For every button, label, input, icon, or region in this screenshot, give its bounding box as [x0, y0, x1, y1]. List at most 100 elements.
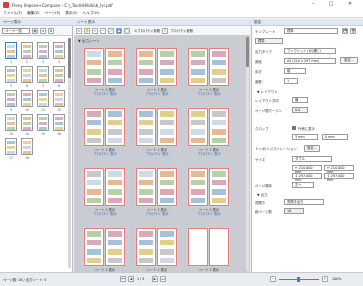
hand-icon[interactable]: ✋: [84, 27, 90, 34]
page-thumbnail[interactable]: [21, 114, 33, 131]
page-thumbnail[interactable]: [21, 90, 33, 107]
page-thumbnail[interactable]: [5, 66, 17, 83]
sheet-page[interactable]: [136, 48, 156, 86]
width-input[interactable]: ↔ 210.000 mm: [292, 165, 322, 174]
zoom-slider-handle[interactable]: [297, 277, 300, 282]
menu-help[interactable]: ヘルプ(H): [83, 11, 99, 16]
zoom-in-icon[interactable]: +: [92, 27, 98, 34]
sheet-properties-link[interactable]: プロパティ 表示: [143, 152, 171, 156]
page-thumbnail[interactable]: [53, 66, 65, 83]
zoom-out-icon[interactable]: −: [100, 27, 106, 34]
size-select[interactable]: ダブル: [292, 156, 332, 162]
sheet-page[interactable]: [209, 168, 229, 206]
zoom-in-status-icon[interactable]: +: [322, 276, 328, 282]
mid-tool-text-2[interactable]: プロパティ参照: [170, 28, 193, 33]
sheet-properties-link[interactable]: プロパティ 表示: [143, 212, 171, 216]
save-template-icon[interactable]: 💾: [342, 28, 348, 34]
sheet-properties-link[interactable]: プロパティ 表示: [91, 152, 119, 156]
layout-margin-input[interactable]: 0.0: [292, 107, 308, 113]
fit-icon[interactable]: ⤢: [108, 27, 114, 34]
page-icon[interactable]: ▢: [124, 27, 130, 34]
width-input-2[interactable]: ↔ 210.000 mm: [324, 165, 354, 174]
settings-icon[interactable]: ⚙: [48, 27, 54, 34]
layout-section[interactable]: ▼ レイアウト: [257, 89, 278, 94]
mid-scrollbar[interactable]: [246, 37, 249, 271]
layout-direction-select[interactable]: 横: [292, 97, 308, 103]
sheet-page[interactable]: [157, 168, 177, 206]
sheet-page[interactable]: [188, 48, 208, 86]
zoom-level[interactable]: 100%: [332, 277, 341, 281]
page-thumbnail[interactable]: [21, 138, 33, 155]
page-thumbnail[interactable]: [53, 90, 65, 107]
last-page-icon[interactable]: ⏭: [160, 276, 166, 282]
zoom-out-status-icon[interactable]: −: [270, 276, 276, 282]
mid-scroll-thumb[interactable]: [246, 37, 249, 67]
sheet-page[interactable]: [84, 108, 104, 146]
crop-input-2[interactable]: 0 mm: [322, 134, 348, 140]
sheet-page[interactable]: [188, 228, 208, 266]
sheet-page[interactable]: [84, 228, 104, 266]
crop-input-1[interactable]: 3 mm: [292, 134, 318, 140]
sheet-properties-link[interactable]: プロパティ 表示: [195, 152, 223, 156]
left-scroll-thumb[interactable]: [68, 38, 71, 78]
page-thumbnail[interactable]: [53, 42, 65, 59]
menu-edit[interactable]: 編集(E): [27, 11, 39, 16]
template-select[interactable]: 標準: [284, 28, 338, 34]
delete-template-icon[interactable]: 🗑: [350, 28, 356, 34]
height-input-2[interactable]: ↕ 297.000 mm: [324, 173, 354, 182]
sheet-properties-link[interactable]: プロパティ 表示: [91, 92, 119, 96]
page-thumbnail[interactable]: [53, 114, 65, 131]
menu-view[interactable]: 表示(V): [65, 11, 77, 16]
output-type-select[interactable]: ブックレット(1片綴じ): [284, 48, 336, 54]
height-input[interactable]: ↕ 297.000 mm: [292, 173, 322, 182]
first-page-icon[interactable]: ⏮: [120, 276, 126, 282]
sheet-properties-link[interactable]: プロパティ 表示: [195, 212, 223, 216]
sheet-page[interactable]: [105, 108, 125, 146]
sheet-page[interactable]: [105, 228, 125, 266]
list-icon[interactable]: ≡: [40, 27, 46, 34]
export-icon[interactable]: ⇪: [162, 27, 169, 34]
sheet-page[interactable]: [188, 168, 208, 206]
page-thumbnail[interactable]: [21, 66, 33, 83]
sheet-properties-link[interactable]: プロパティ 表示: [195, 92, 223, 96]
page-thumbnail[interactable]: [5, 138, 17, 155]
output-sheet-section[interactable]: ▼ 出力シート: [78, 39, 100, 44]
sheet-page[interactable]: [84, 168, 104, 206]
sheet-page[interactable]: [136, 228, 156, 266]
left-scrollbar[interactable]: [68, 38, 71, 268]
sheet-properties-link[interactable]: プロパティ 表示: [91, 212, 119, 216]
page-thumbnail[interactable]: [37, 114, 49, 131]
page-order-select[interactable]: 左→: [292, 182, 314, 188]
grid-icon[interactable]: ▦: [32, 27, 38, 34]
spread-select[interactable]: 見開き出力: [284, 199, 324, 205]
pages-input[interactable]: 1: [284, 78, 298, 84]
preset-select[interactable]: 標準: [255, 38, 283, 44]
next-page-icon[interactable]: ▶: [152, 276, 158, 282]
sheet-view-icon[interactable]: ▣: [116, 27, 122, 34]
sheet-page[interactable]: [84, 48, 104, 86]
close-button[interactable]: ✕: [343, 1, 357, 7]
page-thumbnail[interactable]: [5, 90, 17, 107]
menu-page[interactable]: ページ(P): [45, 11, 61, 16]
paper-select[interactable]: A4 (210 x 297 mm): [284, 58, 336, 64]
mid-tool-text-1[interactable]: 1/プロパティ参照: [134, 28, 160, 33]
sheet-page[interactable]: [188, 108, 208, 146]
page-thumbnail[interactable]: [5, 114, 17, 131]
output-section[interactable]: ▼ 出力: [257, 192, 267, 197]
sheet-page[interactable]: [157, 48, 177, 86]
sheet-page[interactable]: [136, 168, 156, 206]
sheet-page[interactable]: [209, 228, 229, 266]
sheet-page[interactable]: [209, 48, 229, 86]
page-thumbnail[interactable]: [37, 90, 49, 107]
cursor-icon[interactable]: ↖: [76, 27, 82, 34]
page-nav[interactable]: 1 / 5: [137, 277, 144, 281]
page-thumbnail[interactable]: [5, 42, 17, 59]
sheet-page[interactable]: [157, 228, 177, 266]
sheet-page[interactable]: [105, 48, 125, 86]
prev-page-icon[interactable]: ◀: [128, 276, 134, 282]
sheet-page[interactable]: [209, 108, 229, 146]
sheet-page[interactable]: [136, 108, 156, 146]
maximize-button[interactable]: □: [324, 1, 338, 7]
page-thumbnail[interactable]: [37, 42, 49, 59]
crop-checkbox[interactable]: [292, 126, 296, 130]
